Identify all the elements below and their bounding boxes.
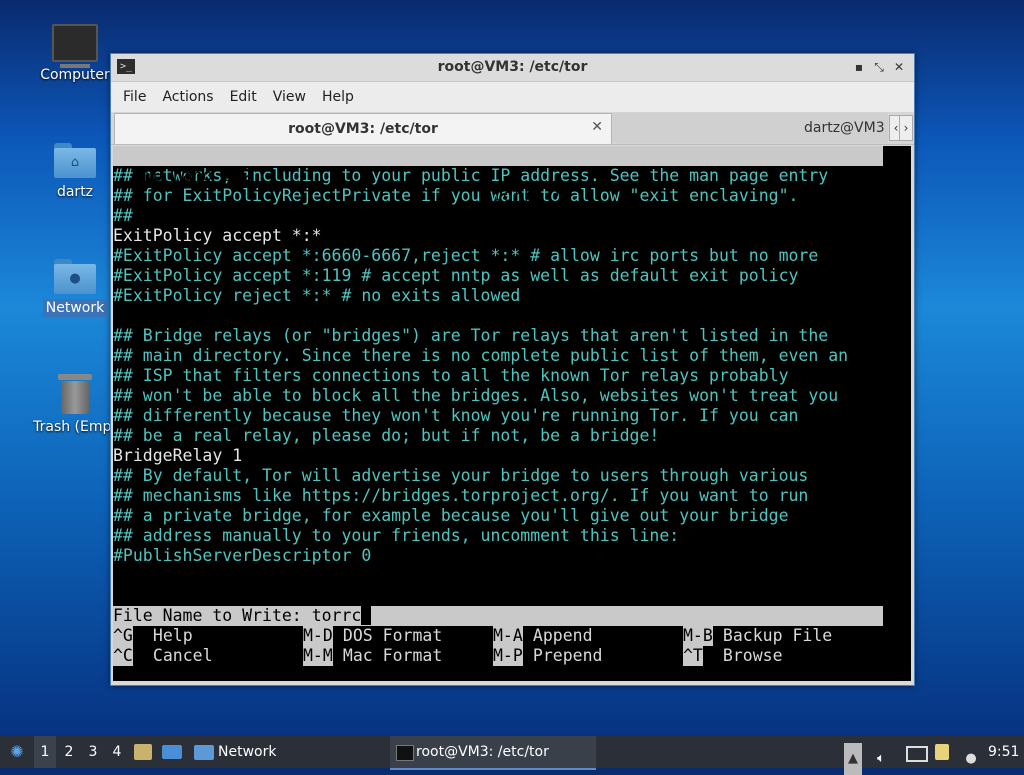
shortcut-label: DOS Format xyxy=(333,626,443,645)
menu-bar: File Actions Edit View Help xyxy=(111,82,914,112)
file-manager-icon[interactable] xyxy=(134,736,154,768)
tab-label: dartz@VM3 xyxy=(804,120,885,136)
editor-line: ## By default, Tor will advertise your b… xyxy=(113,466,809,485)
minimize-button[interactable]: ▪ xyxy=(850,58,868,76)
workspace-1[interactable]: 1 xyxy=(34,736,56,768)
taskbar-network-label[interactable]: Network xyxy=(218,736,276,768)
volume-icon[interactable]: 🔈︎ xyxy=(872,743,890,775)
show-desktop-icon[interactable] xyxy=(162,736,182,768)
network-folder-icon xyxy=(194,736,214,768)
desktop-icon-computer[interactable]: Computer xyxy=(27,24,123,84)
text-cursor xyxy=(361,606,372,625)
editor-line: #ExitPolicy accept *:119 # accept nntp a… xyxy=(113,266,799,285)
desktop-icon-label: Computer xyxy=(40,67,110,83)
desktop-icon-label: dartz xyxy=(56,184,94,200)
workspace-2[interactable]: 2 xyxy=(58,736,80,768)
notification-icon[interactable]: ● xyxy=(962,743,980,775)
terminal-window: >_ root@VM3: /etc/tor ▪ ⤡ ✕ File Actions… xyxy=(110,53,915,686)
tab-close-icon[interactable]: ✕ xyxy=(591,119,603,135)
network-folder-icon: ● xyxy=(54,259,96,294)
tab-scroll-right-icon[interactable]: › xyxy=(899,115,913,141)
shortcut-key[interactable]: M-A xyxy=(493,626,523,646)
nano-filename: torrc * xyxy=(493,186,563,205)
editor-line: ## mechanisms like https://bridges.torpr… xyxy=(113,486,809,505)
editor-line: ## differently because they won't know y… xyxy=(113,406,799,425)
editor-line: ## won't be able to block all the bridge… xyxy=(113,386,839,405)
desktop-icon-home-folder[interactable]: ⌂ dartz xyxy=(27,143,123,201)
tab-root-vm3[interactable]: root@VM3: /etc/tor ✕ xyxy=(114,113,612,144)
shortcut-label: Cancel xyxy=(143,646,213,665)
computer-icon xyxy=(52,24,98,68)
editor-line: #ExitPolicy accept *:6660-6667,reject *:… xyxy=(113,246,819,265)
menu-edit[interactable]: Edit xyxy=(222,89,265,105)
desktop-icon-label: Trash (Empt xyxy=(33,419,117,435)
nano-version: GNU nano 6.2 xyxy=(133,166,253,185)
network-status-icon[interactable] xyxy=(906,743,928,775)
home-folder-icon: ⌂ xyxy=(54,143,96,178)
editor-line: #ExitPolicy reject *:* # no exits allowe… xyxy=(113,286,521,305)
taskbar-terminal-button[interactable]: root@VM3: /etc/tor xyxy=(390,736,596,770)
desktop-icon-label: Network xyxy=(42,299,108,317)
workspace-3[interactable]: 3 xyxy=(82,736,104,768)
close-button[interactable]: ✕ xyxy=(890,58,908,76)
editor-line: ## be a real relay, please do; but if no… xyxy=(113,426,660,445)
shortcut-key[interactable]: ^T xyxy=(683,646,703,666)
window-title: root@VM3: /etc/tor xyxy=(437,59,588,75)
window-titlebar[interactable]: >_ root@VM3: /etc/tor ▪ ⤡ ✕ xyxy=(111,54,914,82)
shortcut-label: Help xyxy=(143,626,193,645)
shortcut-key[interactable]: ^C xyxy=(113,646,133,666)
clock[interactable]: 9:51 xyxy=(988,736,1019,768)
editor-line: BridgeRelay 1 xyxy=(113,446,243,465)
terminal-area[interactable]: GNU nano 6.2 torrc * ## networks, includ… xyxy=(113,146,911,681)
shortcut-row: ^C Cancel M-M Mac Format M-P Prepend ^T Bro… xyxy=(113,646,911,666)
editor-line: ## a private bridge, for example because… xyxy=(113,506,789,525)
editor-line: ## ISP that filters connections to all t… xyxy=(113,366,789,385)
shortcut-key[interactable]: ^G xyxy=(113,626,133,646)
tray-arrow-icon[interactable]: ▲ xyxy=(844,743,862,775)
shortcut-label: Mac Format xyxy=(333,646,443,665)
editor-line: ## main directory. Since there is no com… xyxy=(113,346,849,365)
trash-icon xyxy=(58,374,92,414)
nano-header: GNU nano 6.2 torrc * xyxy=(113,146,883,205)
start-menu-icon[interactable]: ✺ xyxy=(6,736,28,768)
shortcut-key[interactable]: M-P xyxy=(493,646,523,666)
shortcut-key[interactable]: M-D xyxy=(303,626,333,646)
editor-line: ## address manually to your friends, unc… xyxy=(113,526,680,545)
menu-view[interactable]: View xyxy=(265,89,314,105)
workspace-4[interactable]: 4 xyxy=(106,736,128,768)
desktop-icon-trash[interactable]: Trash (Empt xyxy=(27,374,123,436)
shortcut-label: Append xyxy=(523,626,593,645)
tab-bar: root@VM3: /etc/tor ✕ dartz@VM3 ‹ › xyxy=(111,112,914,145)
taskbar: ✺ 1 2 3 4 Network root@VM3: /etc/tor ▲ 🔈… xyxy=(0,736,1024,775)
tab-label: root@VM3: /etc/tor xyxy=(288,121,438,137)
taskbar-terminal-label: root@VM3: /etc/tor xyxy=(416,744,549,760)
editor-line: #PublishServerDescriptor 0 xyxy=(113,546,372,565)
filename-input[interactable]: torrc xyxy=(312,606,362,625)
nano-editor-body[interactable]: ## networks, including to your public IP… xyxy=(113,166,911,566)
menu-help[interactable]: Help xyxy=(314,89,362,105)
clipboard-icon[interactable] xyxy=(935,743,953,775)
shortcut-label: Prepend xyxy=(523,646,603,665)
nano-shortcut-bar: ^G Help M-D DOS Format M-A Append M-B Backu… xyxy=(113,626,911,666)
desktop-icon-network[interactable]: ● Network xyxy=(27,259,123,317)
editor-line: ## Bridge relays (or "bridges") are Tor … xyxy=(113,326,829,345)
terminal-icon xyxy=(396,745,414,761)
shortcut-key[interactable]: M-B xyxy=(683,626,713,646)
editor-line: ## xyxy=(113,206,911,226)
shortcut-row: ^G Help M-D DOS Format M-A Append M-B Backu… xyxy=(113,626,911,646)
tab-dartz-vm3[interactable]: dartz@VM3 xyxy=(612,113,888,143)
shortcut-label: Browse xyxy=(713,646,783,665)
editor-line: ExitPolicy accept *:* xyxy=(113,226,322,245)
menu-actions[interactable]: Actions xyxy=(154,89,221,105)
maximize-button[interactable]: ⤡ xyxy=(870,58,888,76)
shortcut-label: Backup File xyxy=(713,626,833,645)
prompt-label: File Name to Write: xyxy=(113,606,312,625)
shortcut-key[interactable]: M-M xyxy=(303,646,333,666)
nano-save-prompt[interactable]: File Name to Write: torrc xyxy=(113,606,883,626)
menu-file[interactable]: File xyxy=(115,89,154,105)
